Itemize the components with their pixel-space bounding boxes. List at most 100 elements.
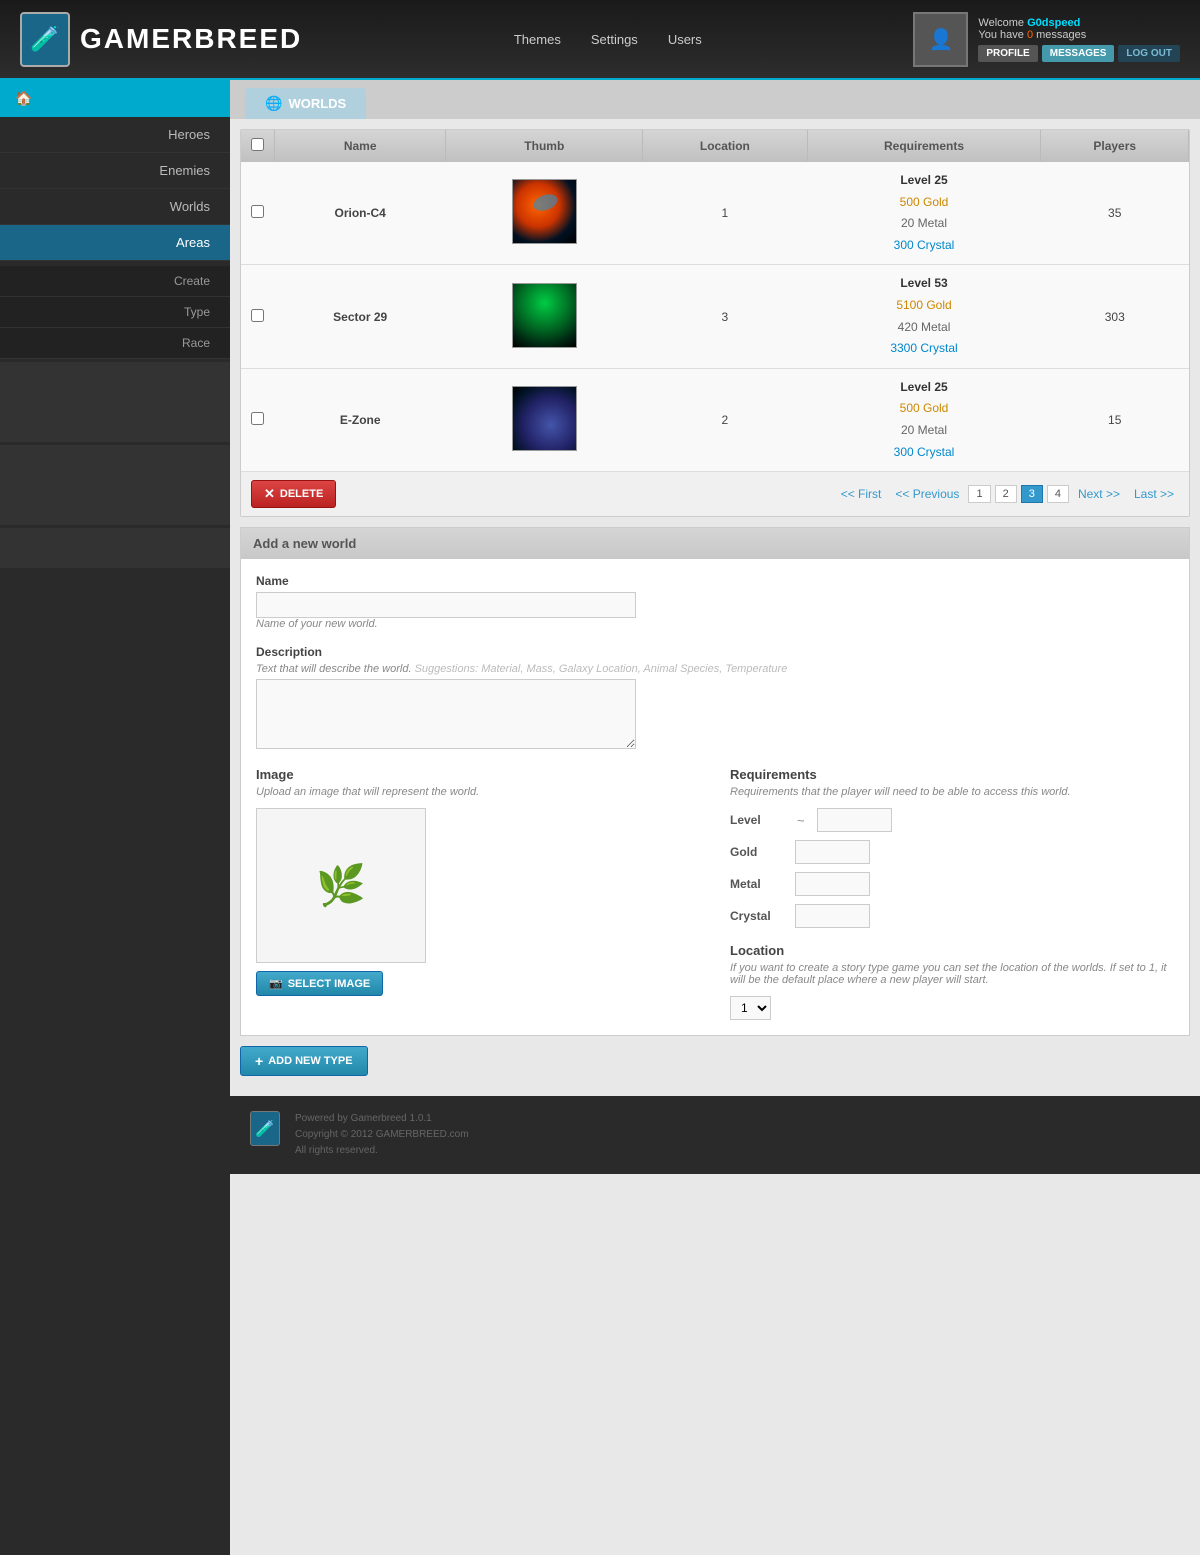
image-hint: Upload an image that will represent the …	[256, 786, 700, 798]
table-row: Sector 29 3 Level 53 5100 Gold 420 Metal…	[241, 265, 1189, 368]
sidebar-item-heroes[interactable]: Heroes	[0, 117, 230, 153]
sidebar-spacer-3	[0, 528, 230, 568]
rights: All rights reserved.	[295, 1143, 469, 1159]
pagination-bar: ✕ DELETE << First << Previous 1 2 3 4 Ne…	[241, 472, 1189, 516]
copyright: Copyright © 2012 GAMERBREED.com	[295, 1127, 469, 1143]
row-checkbox[interactable]	[251, 412, 264, 425]
pagination-page-3[interactable]: 3	[1021, 485, 1043, 503]
add-type-button[interactable]: + ADD NEW TYPE	[240, 1046, 368, 1076]
sidebar-item-worlds[interactable]: Worlds	[0, 189, 230, 225]
pagination-page-4[interactable]: 4	[1047, 485, 1069, 503]
col-players: Players	[1041, 130, 1189, 162]
sidebar-item-enemies[interactable]: Enemies	[0, 153, 230, 189]
home-icon: 🏠	[15, 90, 32, 107]
logo-area: 🧪 GAMERBREED	[20, 12, 302, 67]
footer-logo-icon: 🧪	[250, 1111, 280, 1146]
add-world-header: Add a new world	[241, 528, 1189, 559]
metal-input[interactable]	[795, 872, 870, 896]
worlds-tab[interactable]: 🌐 WORLDS	[245, 88, 366, 119]
pagination-next[interactable]: Next >>	[1073, 485, 1125, 503]
pagination-page-1[interactable]: 1	[968, 485, 990, 503]
table-row: E-Zone 2 Level 25 500 Gold 20 Metal 300 …	[241, 368, 1189, 471]
pagination-first[interactable]: << First	[836, 485, 887, 503]
world-thumb-cell	[446, 368, 643, 471]
col-thumb: Thumb	[446, 130, 643, 162]
col-location: Location	[643, 130, 807, 162]
world-thumb	[512, 283, 577, 348]
name-input[interactable]	[256, 592, 636, 618]
world-players: 303	[1041, 265, 1189, 368]
row-checkbox-cell	[241, 368, 275, 471]
world-location: 3	[643, 265, 807, 368]
col-checkbox	[241, 130, 275, 162]
footer-text: Powered by Gamerbreed 1.0.1 Copyright © …	[295, 1111, 469, 1159]
world-name: Sector 29	[275, 265, 446, 368]
world-players: 15	[1041, 368, 1189, 471]
nav-settings[interactable]: Settings	[591, 32, 638, 47]
world-name: E-Zone	[275, 368, 446, 471]
level-label: Level	[730, 813, 785, 827]
logout-button[interactable]: LOG OUT	[1118, 45, 1180, 62]
world-requirements: Level 25 500 Gold 20 Metal 300 Crystal	[807, 368, 1041, 471]
world-name: Orion-C4	[275, 162, 446, 265]
plus-icon: +	[255, 1053, 263, 1069]
sidebar-spacer-2	[0, 445, 230, 525]
metal-label: Metal	[730, 877, 785, 891]
sidebar-item-create[interactable]: Create	[0, 266, 230, 297]
row-checkbox-cell	[241, 265, 275, 368]
messages-button[interactable]: MESSAGES	[1042, 45, 1115, 62]
pagination-links: << First << Previous 1 2 3 4 Next >> Las…	[836, 485, 1179, 503]
world-thumb-cell	[446, 265, 643, 368]
location-select[interactable]: 1 2 3	[730, 996, 771, 1020]
sidebar-spacer-1	[0, 362, 230, 442]
messages-prefix: You have	[978, 29, 1023, 41]
gold-input[interactable]	[795, 840, 870, 864]
world-location: 1	[643, 162, 807, 265]
logo-text: GAMERBREED	[80, 23, 302, 55]
delete-button[interactable]: ✕ DELETE	[251, 480, 336, 508]
image-heading: Image	[256, 767, 700, 782]
user-info: Welcome G0dspeed You have 0 messages	[978, 17, 1180, 41]
user-area: 👤 Welcome G0dspeed You have 0 messages P…	[913, 12, 1180, 67]
level-input[interactable]	[817, 808, 892, 832]
desc-textarea[interactable]	[256, 679, 636, 749]
level-row: Level ~	[730, 808, 1174, 832]
sidebar-item-areas[interactable]: Areas	[0, 225, 230, 261]
two-col: Image Upload an image that will represen…	[256, 767, 1174, 1020]
col-requirements: Requirements	[807, 130, 1041, 162]
select-image-button[interactable]: 📷 SELECT IMAGE	[256, 971, 383, 996]
add-world-section: Add a new world Name Name of your new wo…	[240, 527, 1190, 1036]
nav-themes[interactable]: Themes	[514, 32, 561, 47]
nav-links: Themes Settings Users	[514, 32, 702, 47]
messages-count: 0	[1027, 29, 1033, 41]
crystal-input[interactable]	[795, 904, 870, 928]
row-checkbox[interactable]	[251, 205, 264, 218]
level-tilde: ~	[797, 813, 805, 828]
crystal-row: Crystal	[730, 904, 1174, 928]
gold-row: Gold	[730, 840, 1174, 864]
col-name: Name	[275, 130, 446, 162]
welcome-text: Welcome	[978, 17, 1024, 29]
worlds-table: Name Thumb Location Requirements Players	[241, 130, 1189, 472]
sidebar-item-type[interactable]: Type	[0, 297, 230, 328]
nav-users[interactable]: Users	[668, 32, 702, 47]
sidebar-home[interactable]: 🏠	[0, 80, 230, 117]
avatar: 👤	[913, 12, 968, 67]
pagination-last[interactable]: Last >>	[1129, 485, 1179, 503]
world-thumb	[512, 179, 577, 244]
desc-placeholder-hint: Suggestions: Material, Mass, Galaxy Loca…	[415, 663, 788, 675]
requirements-heading: Requirements	[730, 767, 1174, 782]
tab-label: WORLDS	[288, 96, 346, 111]
desc-group: Description Text that will describe the …	[256, 645, 1174, 752]
sidebar-item-race[interactable]: Race	[0, 328, 230, 359]
row-checkbox[interactable]	[251, 309, 264, 322]
crystal-label: Crystal	[730, 909, 785, 923]
pagination-page-2[interactable]: 2	[995, 485, 1017, 503]
x-icon: ✕	[264, 486, 275, 502]
profile-button[interactable]: PROFILE	[978, 45, 1037, 62]
table-row: Orion-C4 1 Level 25 500 Gold 20 Metal 30…	[241, 162, 1189, 265]
select-all-checkbox[interactable]	[251, 138, 264, 151]
location-heading: Location	[730, 943, 1174, 958]
world-location: 2	[643, 368, 807, 471]
pagination-previous[interactable]: << Previous	[890, 485, 964, 503]
